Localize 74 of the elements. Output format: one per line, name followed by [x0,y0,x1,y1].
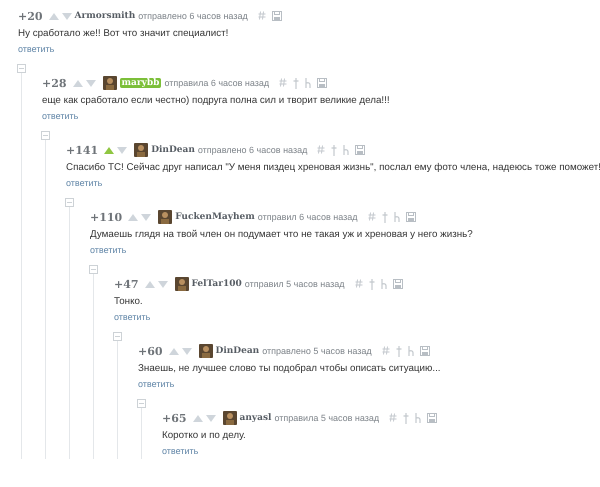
avatar-icon [158,210,172,224]
reply-link[interactable]: ответить [162,446,198,456]
upvote-icon[interactable] [104,146,114,154]
downvote-icon[interactable] [206,414,216,422]
avatar-icon [102,76,117,90]
save-icon[interactable] [355,145,366,155]
downvote-icon[interactable] [117,146,128,154]
dagger-icon[interactable] [396,346,402,356]
save-icon[interactable] [317,78,328,88]
author-name[interactable]: DinDean [151,145,195,155]
comment-time: отправил 5 часов назад [244,279,345,289]
save-icon[interactable] [392,279,403,289]
save-icon[interactable] [420,346,430,356]
comment-time: отправлено 6 часов назад [138,11,248,21]
author-name[interactable]: FelTar100 [192,279,242,289]
avatar-icon [198,344,213,358]
dagger-icon[interactable] [403,412,410,424]
comment-text: Коротко и по делу. [162,430,247,441]
upvote-icon[interactable] [192,414,203,422]
collapse-icon[interactable] [17,64,26,73]
upvote-icon[interactable] [168,348,179,354]
comment-score: +60 [138,344,163,358]
dagger-icon[interactable] [368,278,375,290]
author-name[interactable]: marybb [120,78,162,88]
reply-link[interactable]: ответить [90,245,126,255]
reply-link[interactable]: ответить [138,379,174,389]
comment-time: отправлено 6 часов назад [198,145,308,155]
downvote-icon[interactable] [141,214,152,220]
downvote-icon[interactable] [62,12,72,20]
author-name[interactable]: DinDean [216,346,260,356]
comment-text: Тонко. [114,296,144,307]
save-icon[interactable] [272,11,282,21]
author-name[interactable]: anyasl [240,413,272,423]
upvote-icon[interactable] [144,280,155,288]
downvote-icon[interactable] [158,280,168,288]
comment-text: Думаешь глядя на твой член он подумает что не такая уж и хреновая у него жизнь? [90,229,474,240]
downvote-icon[interactable] [86,80,96,86]
author-name[interactable]: Armorsmith [74,11,136,21]
dagger-icon[interactable] [331,144,338,156]
collapse-icon[interactable] [89,265,98,274]
comment-score: +65 [162,412,187,424]
comment-text: Спасибо ТС! Сейчас друг написал "У меня пиздец хреновая жизнь", послал ему фото члена, надеюсь тоже поможет! [66,162,600,173]
comment-time: отправлено 5 часов назад [262,346,372,356]
collapse-icon[interactable] [137,399,146,408]
collapse-icon[interactable] [65,198,74,207]
reply-link[interactable]: ответить [66,178,102,188]
avatar-icon [174,277,189,291]
reply-link[interactable]: ответить [42,111,78,121]
upvote-icon[interactable] [128,214,138,220]
comment-time: отправил 6 часов назад [258,212,358,222]
comment-score: +110 [90,210,122,224]
save-icon[interactable] [427,413,438,423]
upvote-icon[interactable] [48,12,59,20]
collapse-icon[interactable] [41,131,50,140]
collapse-icon[interactable] [113,332,122,341]
avatar-icon [134,143,148,157]
comment-score: +47 [114,278,139,290]
dagger-icon[interactable] [293,78,300,88]
comment-time: отправила 6 часов назад [164,78,270,88]
comment-score: +141 [66,144,98,156]
comment-text: еще как сработало если честно) подруга полна сил и творит великие дела!!! [42,95,391,106]
comment-score: +28 [42,76,67,90]
comment-score: +20 [18,10,43,22]
avatar-icon [222,411,237,425]
downvote-icon[interactable] [182,348,192,354]
comment-text: Ну сработало же!! Вот что значит специалист! [18,28,230,39]
comment-text: Знаешь, не лучшее слово ты подобрал чтобы описать ситуацию... [138,363,442,374]
save-icon[interactable] [406,212,416,222]
author-name[interactable]: FuckenMayhem [175,212,255,222]
comment-time: отправила 5 часов назад [274,413,380,423]
upvote-icon[interactable] [72,80,83,86]
reply-link[interactable]: ответить [18,44,54,54]
reply-link[interactable]: ответить [114,312,150,322]
dagger-icon[interactable] [382,212,388,222]
